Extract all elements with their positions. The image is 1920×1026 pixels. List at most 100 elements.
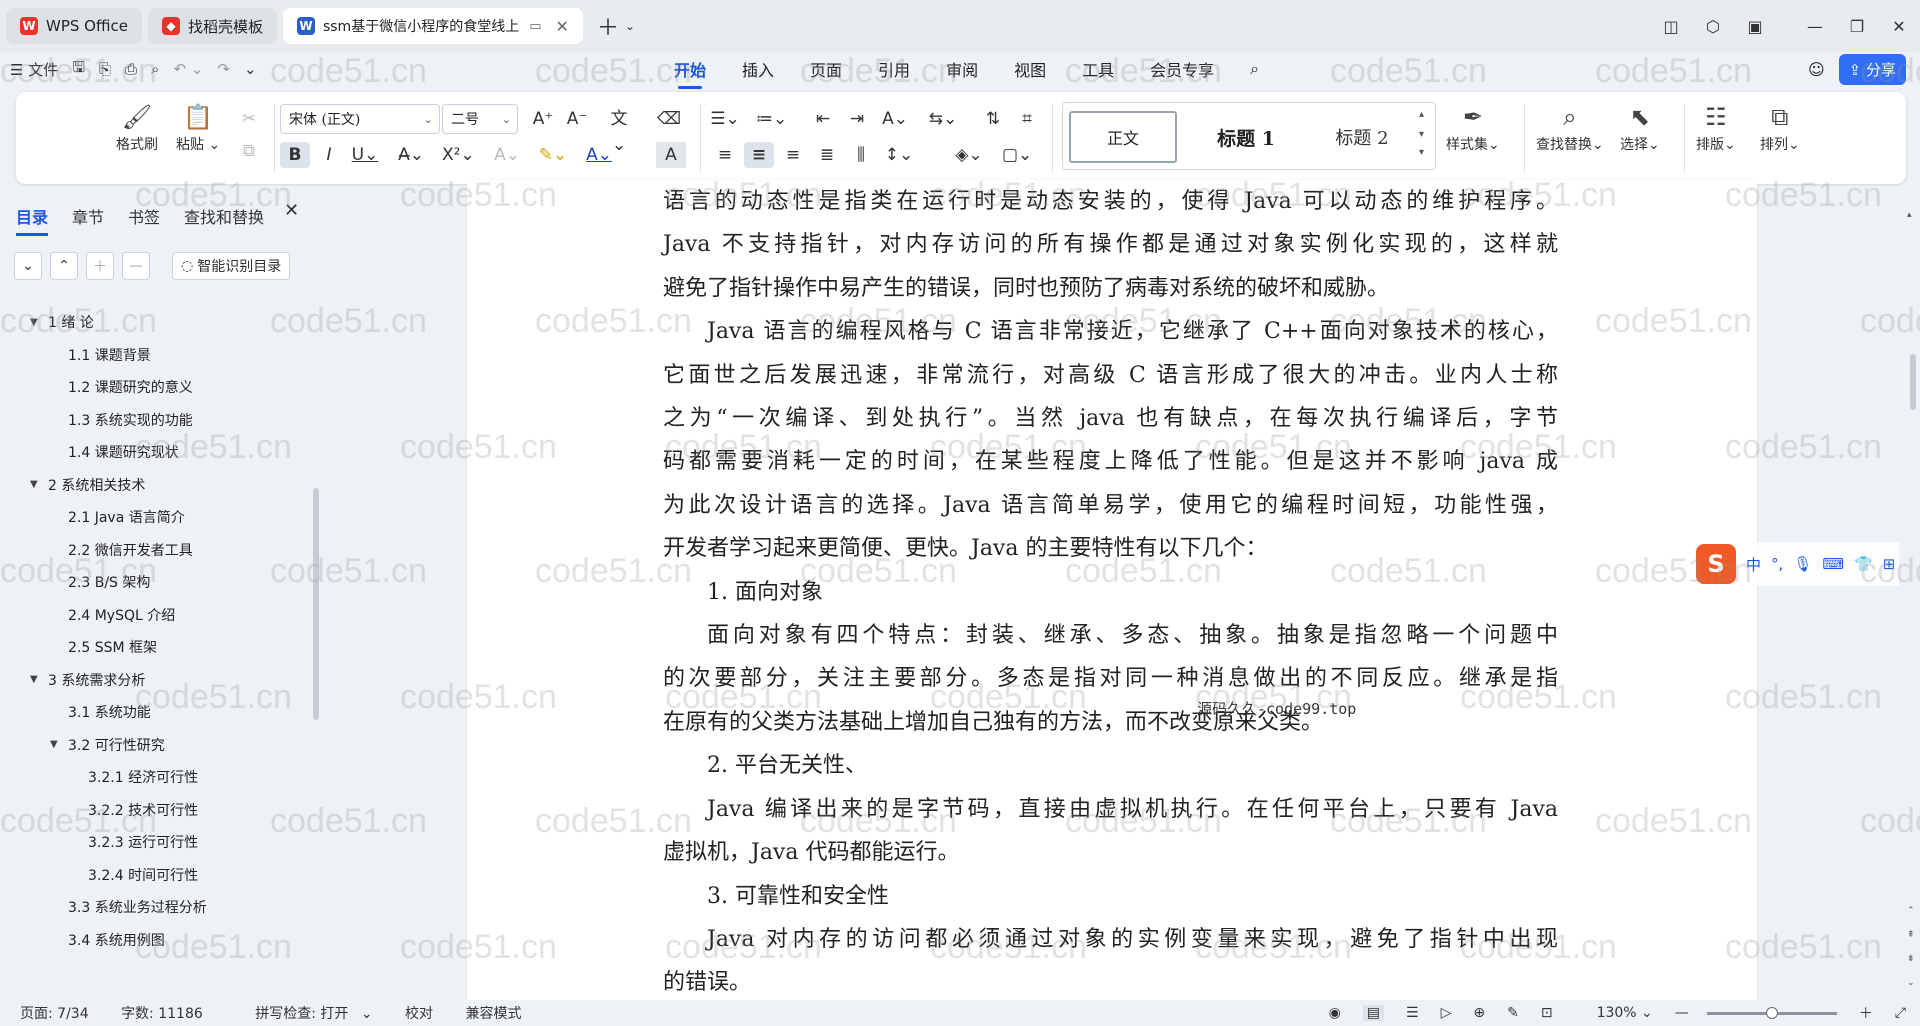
document-line[interactable]: Java 语言的编程风格与 C 语言非常接近，它继承了 C++面向对象技术的核心… bbox=[663, 310, 1558, 353]
expand-arrow-icon[interactable]: ▼ bbox=[30, 674, 38, 685]
shrink-font-icon[interactable]: A⁻ bbox=[562, 106, 592, 132]
punctuation-icon[interactable]: °, bbox=[1771, 555, 1783, 573]
ime-mode[interactable]: 中 bbox=[1746, 554, 1761, 575]
select-button[interactable]: ⬉ 选择⌄ bbox=[1620, 100, 1660, 154]
menu-review[interactable]: 审阅 bbox=[946, 51, 978, 87]
style-set-button[interactable]: ✒ 样式集⌄ bbox=[1446, 100, 1500, 154]
chat-icon[interactable]: ☺ bbox=[1808, 60, 1825, 79]
zoom-out-icon[interactable]: — bbox=[1675, 1005, 1689, 1021]
layout-icon[interactable]: ◫ bbox=[1650, 17, 1692, 36]
page-view-icon[interactable]: ▤ bbox=[1362, 1005, 1385, 1021]
document-line[interactable]: 避免了指针操作中易产生的错误，同时也预防了病毒对系统的破坏和威胁。 bbox=[663, 267, 1558, 310]
play-icon[interactable]: ▷ bbox=[1441, 1005, 1452, 1021]
style-heading-2[interactable]: 标题 2 bbox=[1309, 111, 1415, 163]
document-line[interactable]: 1. 面向对象 bbox=[663, 571, 1558, 614]
redo-icon[interactable]: ↷ bbox=[217, 60, 230, 78]
word-count[interactable]: 字数: 11186 bbox=[121, 1006, 203, 1022]
document-line[interactable]: 3. 可靠性和安全性 bbox=[663, 875, 1558, 918]
toc-item[interactable]: 2.1 Java 语言简介 bbox=[0, 501, 316, 534]
save-icon[interactable]: 🖫 bbox=[72, 57, 85, 82]
toc-item[interactable]: 1.3 系统实现的功能 bbox=[0, 404, 316, 437]
toc-item[interactable]: 3.2.1 经济可行性 bbox=[0, 761, 316, 794]
page-down-icon[interactable]: ⇟ bbox=[1907, 954, 1915, 964]
paste-button[interactable]: 📋 粘贴 ⌄ bbox=[176, 100, 220, 154]
toc-item[interactable]: 3.3 系统业务过程分析 bbox=[0, 891, 316, 924]
add-icon[interactable]: ＋ bbox=[86, 252, 114, 280]
fullscreen-icon[interactable]: ⤢ bbox=[1895, 1005, 1906, 1021]
keyboard-icon[interactable]: ⌨ bbox=[1822, 555, 1844, 573]
toc-item[interactable]: 3.2.4 时间可行性 bbox=[0, 859, 316, 892]
restore-button[interactable]: ❐ bbox=[1836, 17, 1878, 36]
decrease-indent-icon[interactable]: ⇤ bbox=[808, 106, 838, 132]
text-direction-icon[interactable]: A⌄ bbox=[880, 106, 910, 132]
file-menu[interactable]: ☰ 文件 bbox=[10, 59, 58, 80]
tab-chapters[interactable]: 章节 bbox=[72, 204, 104, 228]
document-line[interactable]: 语言的动态性是指类在运行时是动态安装的，使得 Java 可以动态的维护程序。 bbox=[663, 180, 1558, 223]
skin-icon[interactable]: 👕 bbox=[1854, 555, 1873, 573]
toc-item[interactable]: 1.2 课题研究的意义 bbox=[0, 371, 316, 404]
document-scrollbar[interactable]: ▴ ⌃ ⇞ ⇟ ⌄ bbox=[1906, 186, 1920, 1000]
menu-page[interactable]: 页面 bbox=[810, 51, 842, 87]
increase-indent-icon[interactable]: ⇥ bbox=[842, 106, 872, 132]
nav-scrollbar[interactable] bbox=[313, 488, 319, 720]
document-line[interactable]: 它面世之后发展迅速，非常流行，对高级 C 语言形成了很大的冲击。业内人士称 bbox=[663, 354, 1558, 397]
toc-item[interactable]: 1.1 课题背景 bbox=[0, 339, 316, 372]
menu-insert[interactable]: 插入 bbox=[742, 51, 774, 87]
outline-view-icon[interactable]: ☰ bbox=[1406, 1005, 1419, 1021]
convert-icon[interactable]: ⇆⌄ bbox=[928, 106, 958, 132]
align-left-icon[interactable]: ≡ bbox=[710, 142, 740, 168]
grow-font-icon[interactable]: A⁺ bbox=[528, 106, 558, 132]
tab-bookmarks[interactable]: 书签 bbox=[128, 204, 160, 228]
menu-view[interactable]: 视图 bbox=[1014, 51, 1046, 87]
toc-item[interactable]: 2.2 微信开发者工具 bbox=[0, 534, 316, 567]
bullet-list-icon[interactable]: ☰⌄ bbox=[710, 106, 740, 132]
superscript-icon[interactable]: X²⌄ bbox=[442, 142, 475, 168]
chevron-down-icon[interactable]: ⌄ bbox=[625, 19, 635, 33]
toc-item[interactable]: ▼ 1 绪 论 bbox=[0, 306, 316, 339]
toc-item[interactable]: 3.2.3 运行可行性 bbox=[0, 826, 316, 859]
document-line[interactable]: Java 对内存的访问都必须通过对象的实例变量来实现，避免了指针中出现 bbox=[663, 918, 1558, 961]
pen-icon[interactable]: ✎ bbox=[1507, 1005, 1519, 1021]
export-pdf-icon[interactable]: ⎘ bbox=[99, 60, 111, 78]
document-line[interactable]: 码都需要消耗一定的时间，在某些程度上降低了性能。但是这并不影响 java 成 bbox=[663, 440, 1558, 483]
align-center-icon[interactable]: ≡ bbox=[744, 142, 774, 168]
underline-icon[interactable]: U⌄ bbox=[350, 142, 380, 168]
toc-item[interactable]: ▼ 3 系统需求分析 bbox=[0, 664, 316, 697]
quick-access-more-icon[interactable]: ⌄ bbox=[244, 60, 257, 78]
bold-icon[interactable]: B bbox=[280, 142, 310, 168]
page-up-icon[interactable]: ⇞ bbox=[1907, 930, 1915, 940]
menu-home[interactable]: 开始 bbox=[674, 51, 706, 89]
scroll-down-icon[interactable]: ⌄ bbox=[1907, 978, 1915, 988]
scroll-up-icon[interactable]: ▴ bbox=[1907, 210, 1912, 220]
document-body[interactable]: 语言的动态性是指类在运行时是动态安装的，使得 Java 可以动态的维护程序。 Ja… bbox=[663, 180, 1558, 1005]
zoom-knob[interactable] bbox=[1765, 1006, 1778, 1019]
search-icon[interactable]: ⌕ bbox=[1250, 53, 1259, 85]
new-tab-button[interactable]: ＋ bbox=[597, 10, 619, 42]
eye-icon[interactable]: ◉ bbox=[1329, 1005, 1341, 1021]
arrange-button[interactable]: ⧉ 排列⌄ bbox=[1760, 100, 1800, 154]
chevron-down-icon[interactable]: ⌄ bbox=[14, 252, 42, 280]
spell-check[interactable]: 拼写检查: 打开 ⌄ bbox=[235, 1006, 372, 1022]
strikethrough-icon[interactable]: A̶⌄ bbox=[396, 142, 426, 168]
tab-current-document[interactable]: W ssm基于微信小程序的食堂线上 ▭ ✕ bbox=[282, 8, 583, 44]
zoom-in-icon[interactable]: ＋ bbox=[1859, 1003, 1873, 1023]
tab-find-replace[interactable]: 查找和替换 bbox=[184, 204, 264, 228]
font-color-icon[interactable]: A⌄ bbox=[584, 142, 614, 168]
expand-arrow-icon[interactable]: ▼ bbox=[30, 317, 38, 328]
toolbox-icon[interactable]: ⊞ bbox=[1883, 555, 1896, 573]
shading-icon[interactable]: ◈⌄ bbox=[954, 142, 984, 168]
find-replace-button[interactable]: ⌕ 查找替换⌄ bbox=[1536, 100, 1604, 154]
zoom-slider[interactable] bbox=[1706, 1006, 1837, 1019]
fit-page-icon[interactable]: ⊡ bbox=[1541, 1005, 1553, 1021]
avatar[interactable]: ▣ bbox=[1734, 17, 1776, 36]
font-size-select[interactable]: 二号 ⌄ bbox=[442, 104, 518, 134]
page-count[interactable]: 页面: 7/34 bbox=[20, 1006, 89, 1022]
document-line[interactable]: Java 不支持指针，对内存访问的所有操作都是通过对象实例化实现的，这样就 bbox=[663, 223, 1558, 266]
document-line[interactable]: 在原有的父类方法基础上增加自己独有的方法，而不改变原来父类。 bbox=[663, 701, 1558, 744]
microphone-icon[interactable]: 🎙 bbox=[1793, 555, 1812, 573]
toc-item[interactable]: 2.4 MySQL 介绍 bbox=[0, 599, 316, 632]
border-icon[interactable]: ▢⌄ bbox=[1002, 142, 1032, 168]
layout-button[interactable]: ☷ 排版⌄ bbox=[1696, 100, 1736, 154]
tab-wps-office[interactable]: W WPS Office bbox=[6, 8, 142, 44]
monitor-icon[interactable]: ▭ bbox=[529, 19, 541, 34]
